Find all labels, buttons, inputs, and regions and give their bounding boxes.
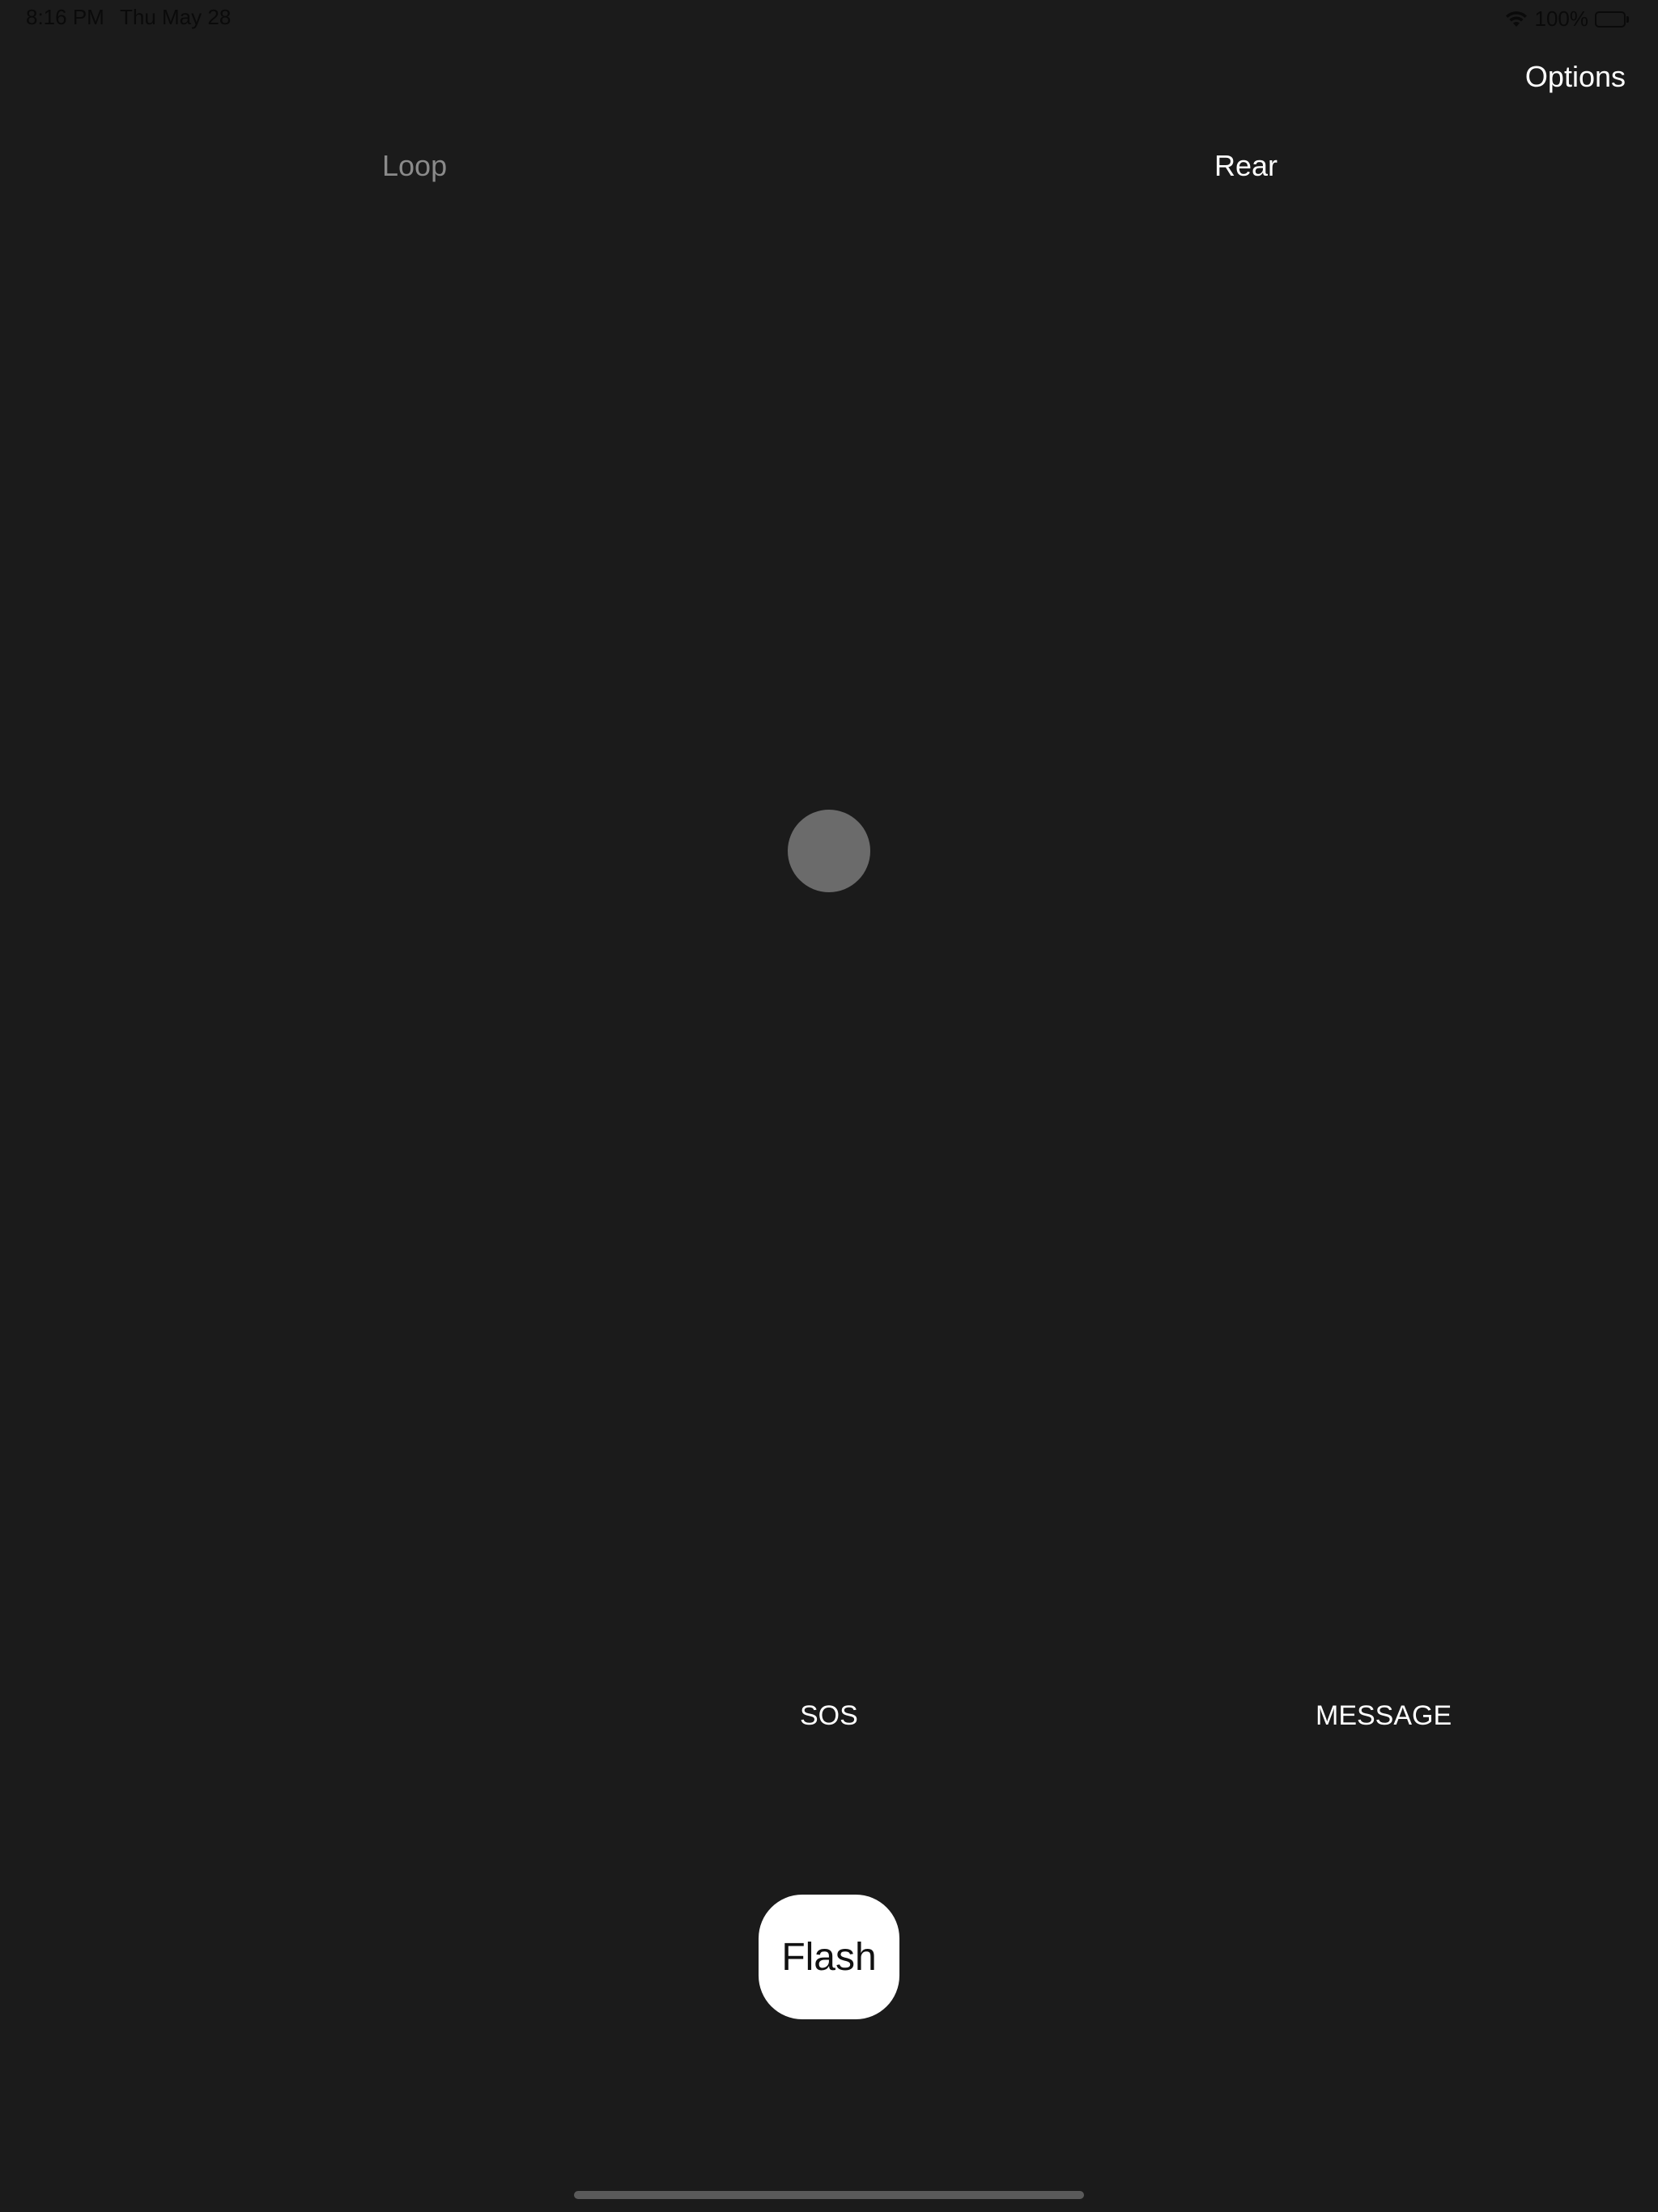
tab-loop[interactable]: Loop bbox=[382, 149, 447, 183]
wifi-icon bbox=[1504, 11, 1528, 28]
sos-mode-button[interactable]: SOS bbox=[800, 1700, 858, 1732]
home-indicator[interactable] bbox=[574, 2191, 1084, 2199]
battery-percentage: 100% bbox=[1534, 6, 1589, 31]
status-time: 8:16 PM bbox=[26, 5, 104, 29]
status-bar: 8:16 PM Thu May 28 100% bbox=[0, 0, 1658, 39]
status-date: Thu May 28 bbox=[120, 5, 232, 29]
status-dot-icon bbox=[788, 810, 870, 892]
status-indicators: 100% bbox=[1504, 6, 1629, 32]
options-button[interactable]: Options bbox=[1525, 60, 1626, 94]
battery-icon bbox=[1595, 11, 1629, 28]
message-mode-button[interactable]: MESSAGE bbox=[1316, 1700, 1452, 1732]
flash-button-label: Flash bbox=[781, 1935, 877, 1979]
tab-rear[interactable]: Rear bbox=[1214, 149, 1278, 183]
app-screen: 8:16 PM Thu May 28 100% Options Loop Rea… bbox=[0, 0, 1658, 2212]
flash-button[interactable]: Flash bbox=[759, 1895, 899, 2019]
